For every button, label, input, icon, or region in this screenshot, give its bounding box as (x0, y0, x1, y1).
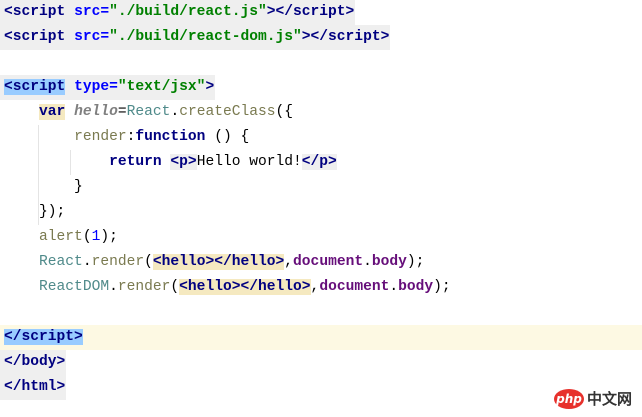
code-token: function (135, 129, 206, 145)
code-line[interactable]: }); (0, 200, 642, 225)
code-token: . (170, 104, 180, 120)
code-token: "./build/react-dom.js" (109, 29, 302, 45)
code-token: > (205, 79, 215, 95)
code-token: () { (205, 129, 250, 145)
code-token: </html> (4, 379, 66, 395)
code-token: render (74, 129, 127, 145)
indent-guide (38, 125, 39, 225)
code-token: ); (100, 229, 118, 245)
code-line[interactable]: </script> (0, 325, 642, 350)
code-token: } (4, 179, 83, 195)
code-token: }); (4, 204, 66, 220)
code-token: <script (4, 29, 75, 45)
code-line-content: </html> (0, 375, 67, 400)
code-token: </p> (301, 154, 337, 170)
code-token: alert (39, 229, 83, 245)
code-line[interactable]: render:function () { (0, 125, 642, 150)
code-token: ); (433, 279, 451, 295)
code-token: . (82, 254, 92, 270)
code-line[interactable]: </html> (0, 375, 642, 400)
code-token: . (109, 279, 118, 295)
code-token: <script (4, 79, 66, 95)
code-token: , (284, 254, 294, 270)
code-token: ></script> (301, 29, 390, 45)
code-token: ( (170, 279, 180, 295)
code-line[interactable]: return <p>Hello world!</p> (0, 150, 642, 175)
code-line[interactable]: </body> (0, 350, 642, 375)
code-token: <p> (170, 154, 197, 170)
code-token: document (293, 254, 364, 270)
code-line-content: <script type="text/jsx"> (0, 75, 216, 100)
code-token: ( (144, 254, 153, 270)
code-line-content: } (0, 175, 84, 200)
code-token: "text/jsx" (117, 79, 206, 95)
code-token: . (363, 254, 372, 270)
code-token: React (126, 104, 171, 120)
code-token: React (39, 254, 83, 270)
code-line[interactable]: } (0, 175, 642, 200)
code-token: , (310, 279, 320, 295)
code-token: src= (74, 4, 110, 20)
code-token: render (117, 279, 171, 295)
code-line-content: alert(1); (0, 225, 119, 250)
code-line-content: }); (0, 200, 66, 225)
code-line-content: <script src="./build/react-dom.js"></scr… (0, 25, 391, 50)
watermark-logo: php 中文网 (553, 388, 632, 409)
code-token: type= (65, 79, 118, 95)
code-line[interactable] (0, 50, 642, 75)
code-line-content: return <p>Hello world!</p> (0, 150, 338, 175)
code-line-content: React.render(<hello></hello>,document.bo… (0, 250, 425, 275)
code-token: var (39, 104, 66, 120)
indent-guide (70, 150, 71, 175)
code-line[interactable]: React.render(<hello></hello>,document.bo… (0, 250, 642, 275)
code-token: . (389, 279, 399, 295)
code-token: render (91, 254, 145, 270)
code-token: <hello></hello> (179, 279, 311, 295)
code-line-content: </script> (0, 325, 84, 350)
code-token: Hello world! (196, 154, 302, 170)
code-token: ({ (275, 104, 294, 120)
code-line[interactable]: <script src="./build/react.js"></script> (0, 0, 642, 25)
code-token: hello (74, 104, 118, 120)
code-line[interactable] (0, 300, 642, 325)
code-line[interactable]: <script type="text/jsx"> (0, 75, 642, 100)
code-token: return (109, 154, 162, 170)
code-token: document (319, 279, 390, 295)
code-token: </body> (4, 354, 66, 370)
code-token: createClass (179, 104, 276, 120)
code-token: "./build/react.js" (109, 4, 267, 20)
code-token: ReactDOM (39, 279, 110, 295)
code-line[interactable]: <script src="./build/react-dom.js"></scr… (0, 25, 642, 50)
code-token: src= (74, 29, 110, 45)
code-line[interactable]: var hello=React.createClass({ (0, 100, 642, 125)
code-token: ( (82, 229, 92, 245)
code-token: ></script> (266, 4, 355, 20)
code-token: </script> (4, 329, 83, 345)
code-token: ); (406, 254, 425, 270)
code-line[interactable]: ReactDOM.render(<hello></hello>,document… (0, 275, 642, 300)
code-token: <hello></hello> (152, 254, 285, 270)
code-line-content: <script src="./build/react.js"></script> (0, 0, 356, 25)
code-line-content: var hello=React.createClass({ (0, 100, 294, 125)
code-token: body (371, 254, 407, 270)
code-token: <script (4, 4, 75, 20)
code-line-content: </body> (0, 350, 67, 375)
code-line[interactable]: alert(1); (0, 225, 642, 250)
code-token: = (117, 104, 127, 120)
code-token: body (398, 279, 434, 295)
php-logo: php (553, 388, 584, 409)
watermark-text: 中文网 (586, 390, 632, 408)
code-line-content: ReactDOM.render(<hello></hello>,document… (0, 275, 452, 300)
